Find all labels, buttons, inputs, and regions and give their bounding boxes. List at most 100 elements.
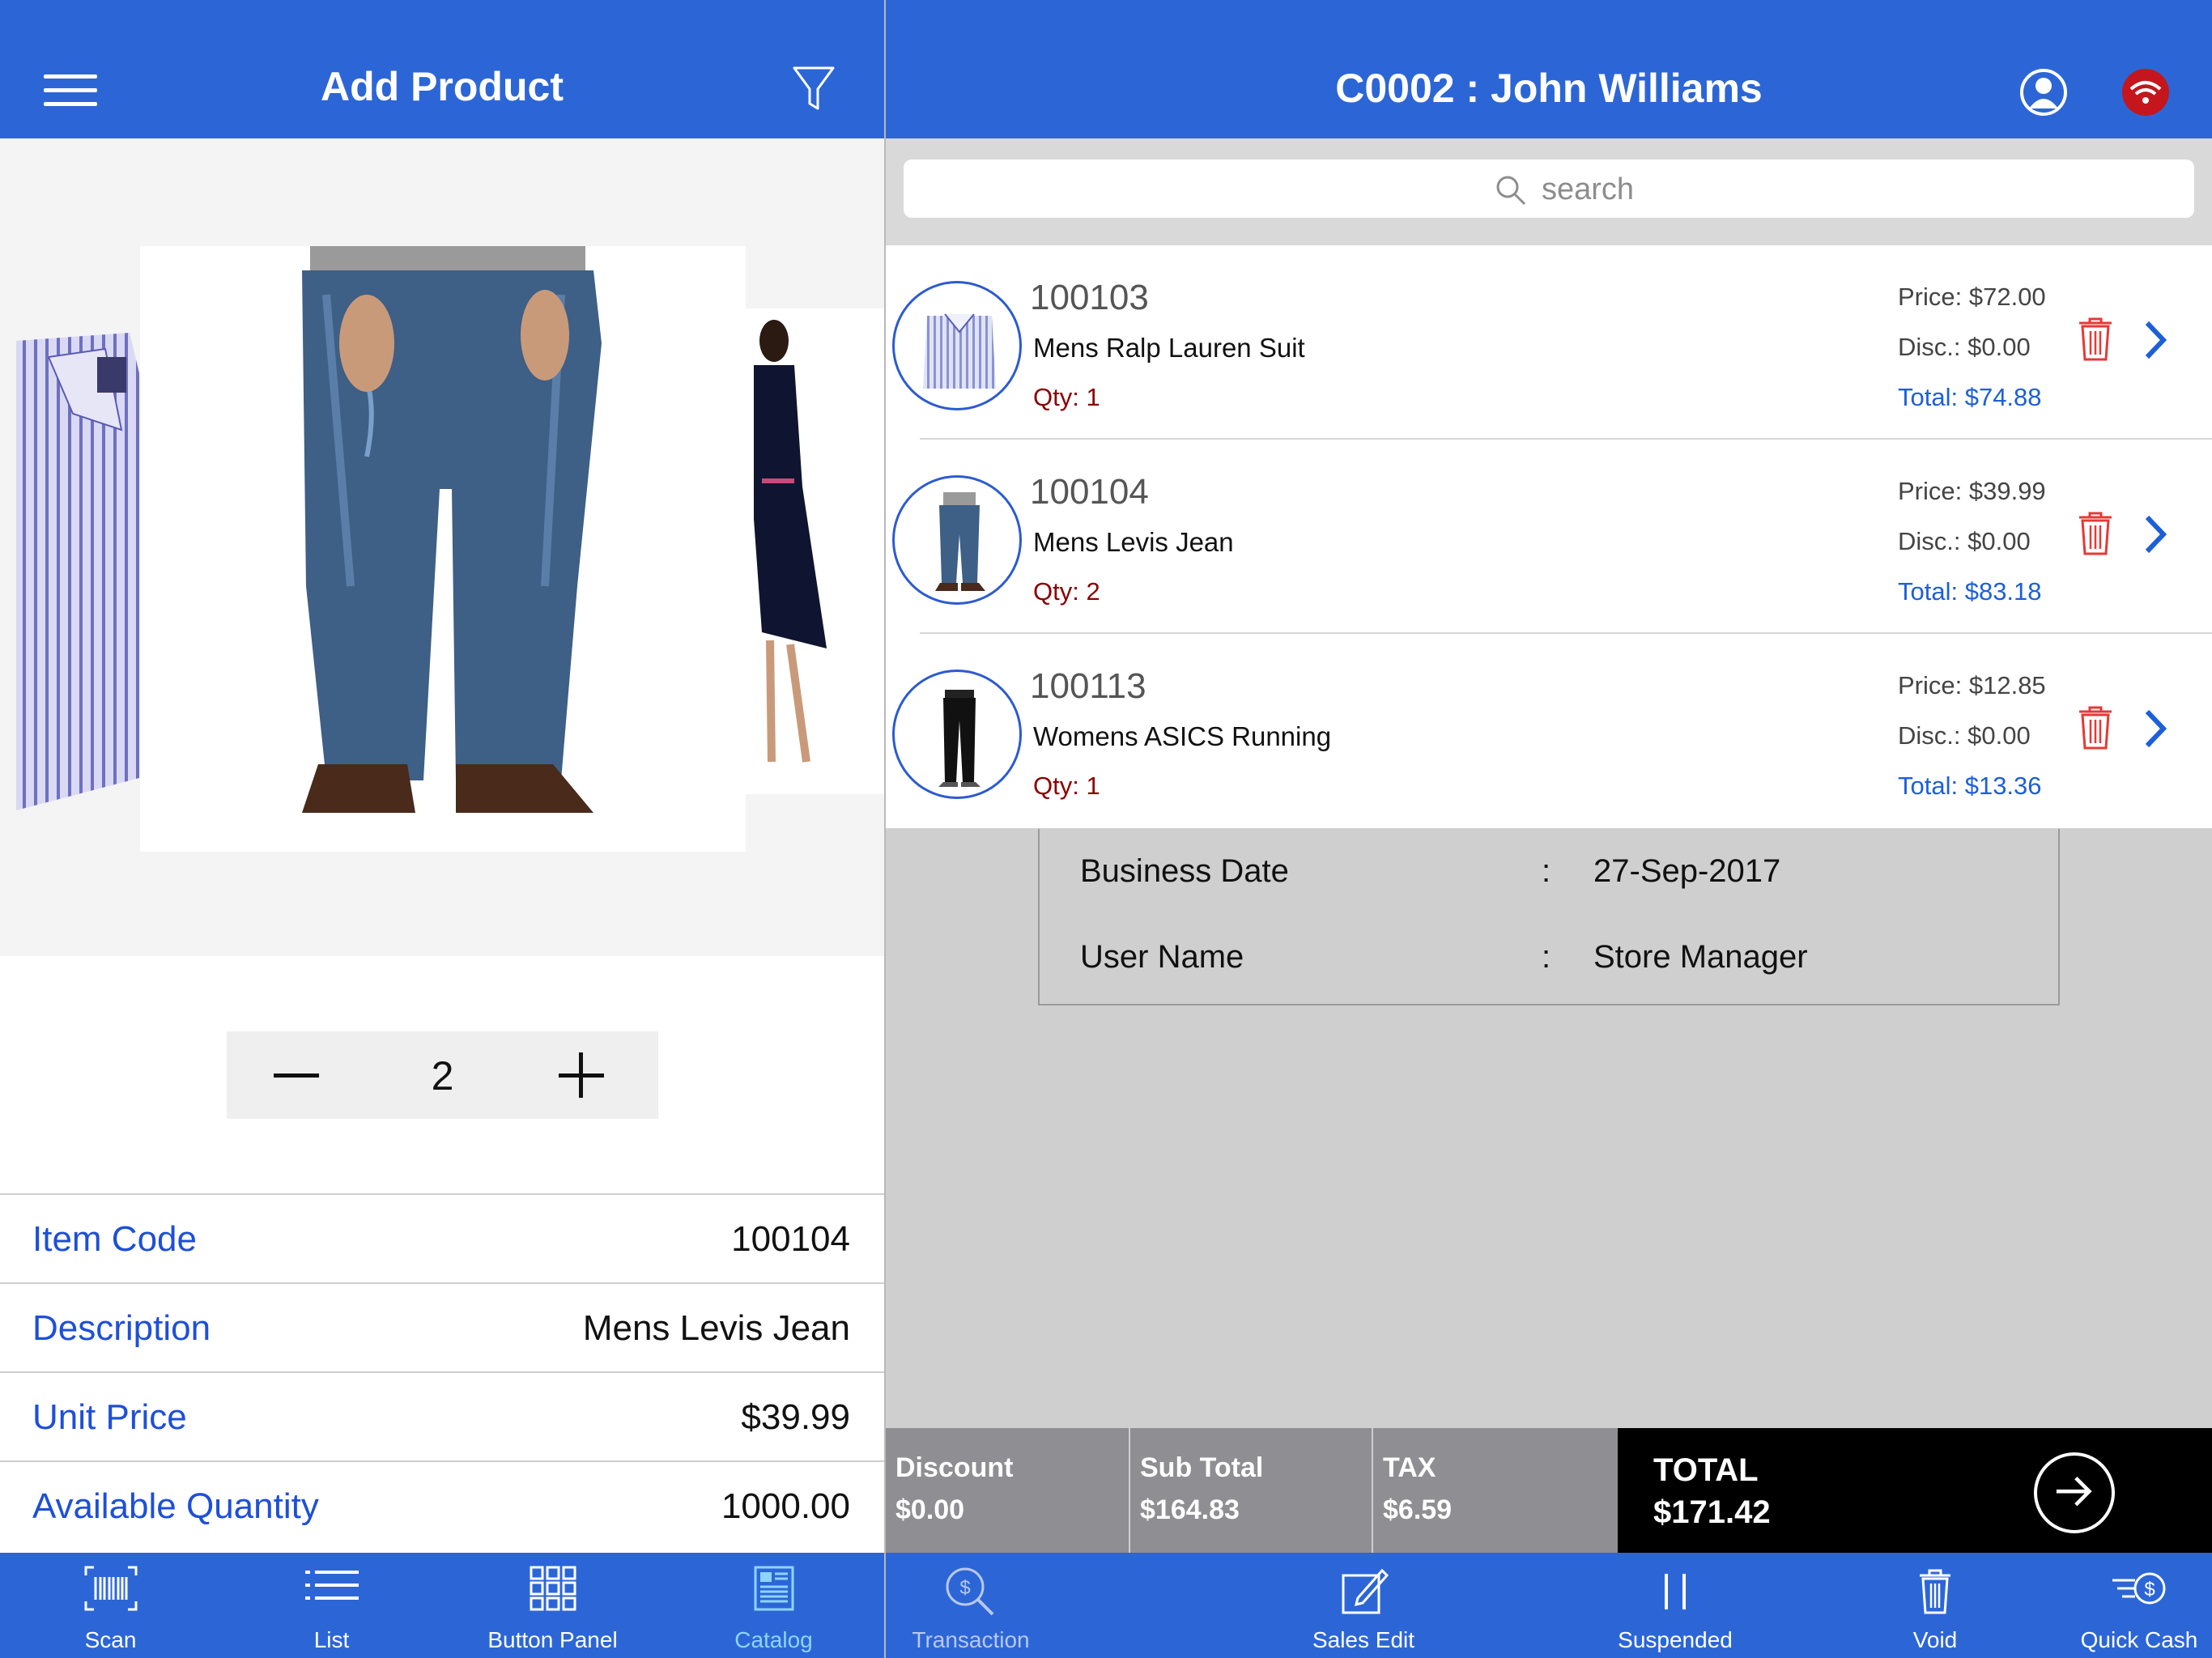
search-placeholder: search (1542, 172, 1635, 206)
tab-label: Button Panel (487, 1627, 618, 1652)
tab-label: Transaction (912, 1627, 1030, 1652)
svg-text:$: $ (959, 1577, 970, 1599)
item-name: Mens Ralp Lauren Suit (1033, 333, 1305, 363)
catalog-icon (754, 1566, 793, 1611)
item-code: 100104 (1030, 472, 1149, 512)
tab-label: Scan (84, 1627, 137, 1652)
tab-scan[interactable]: Scan (0, 1553, 221, 1658)
item-qty: Qty: 2 (1033, 577, 1100, 606)
subtotal-label: Sub Total (1140, 1452, 1264, 1483)
total-value: $171.42 (1653, 1494, 1771, 1530)
info-key: User Name (1080, 939, 1244, 975)
item-total: Total: $74.88 (1898, 383, 2042, 411)
cart-item[interactable]: 100103 Mens Ralp Lauren Suit Qty: 1 Pric… (886, 245, 2212, 440)
tab-sales-edit[interactable]: Sales Edit (1274, 1553, 1453, 1658)
wifi-status-icon[interactable] (2121, 68, 2170, 117)
delete-icon[interactable] (2078, 511, 2113, 556)
transaction-search-icon: $ (946, 1567, 994, 1616)
item-price: Price: $72.00 (1898, 283, 2046, 311)
search-icon (1496, 176, 1526, 206)
tab-list[interactable]: List (221, 1553, 442, 1658)
tab-label: Catalog (734, 1627, 813, 1652)
tab-label: List (313, 1627, 350, 1652)
chevron-right-icon[interactable] (2142, 708, 2167, 749)
user-name-row: User Name : Store Manager (1040, 939, 2061, 988)
barcode-icon (84, 1566, 137, 1611)
subtotal-value: $164.83 (1140, 1494, 1240, 1525)
user-profile-icon[interactable] (2019, 68, 2068, 117)
dress-image[interactable] (746, 276, 884, 810)
tab-label: Sales Edit (1312, 1627, 1415, 1652)
item-code: 100113 (1030, 666, 1146, 706)
info-colon: : (1542, 939, 1551, 975)
detail-value: 100104 (731, 1219, 850, 1259)
detail-label: Item Code (32, 1219, 197, 1259)
search-input[interactable]: search (904, 159, 2194, 218)
quantity-value[interactable]: 2 (389, 1052, 496, 1099)
grid-icon (530, 1566, 576, 1611)
quantity-stepper: 2 (227, 1031, 658, 1119)
item-discount: Disc.: $0.00 (1898, 333, 2031, 361)
shirt-image[interactable] (0, 325, 139, 843)
customer-title[interactable]: C0002 : John Williams (886, 65, 2212, 112)
business-info-box: Business Date : 27-Sep-2017 User Name : … (1038, 829, 2060, 1005)
sale-pane: C0002 : John Williams search 100103 Mens… (886, 0, 2212, 1658)
item-qty: Qty: 1 (1033, 772, 1100, 800)
discount-label: Discount (895, 1452, 1014, 1483)
business-date-row: Business Date : 27-Sep-2017 (1040, 853, 2061, 902)
search-bar: search (886, 138, 2212, 245)
tab-void[interactable]: Void (1854, 1553, 2016, 1658)
svg-text:$: $ (2144, 1579, 2155, 1601)
item-discount: Disc.: $0.00 (1898, 721, 2031, 750)
chevron-right-icon[interactable] (2142, 320, 2167, 360)
edit-icon (1342, 1568, 1389, 1614)
tab-label: Quick Cash (2080, 1627, 2198, 1652)
item-total: Total: $83.18 (1898, 577, 2042, 606)
filter-icon[interactable] (792, 65, 836, 113)
tab-suspended[interactable]: Suspended (1582, 1553, 1768, 1658)
tab-catalog[interactable]: Catalog (663, 1553, 884, 1658)
arrow-right-icon[interactable] (2034, 1452, 2115, 1533)
tax-label: TAX (1383, 1452, 1436, 1483)
product-carousel[interactable] (0, 138, 884, 956)
tab-quick-cash[interactable]: $ Quick Cash (2066, 1553, 2212, 1658)
item-code: 100103 (1030, 278, 1149, 317)
totals-bar: Discount $0.00 Sub Total $164.83 TAX $6.… (886, 1428, 2212, 1553)
left-header: Add Product (0, 0, 884, 138)
page-title: Add Product (321, 64, 564, 109)
item-code-row: Item Code 100104 (0, 1193, 884, 1282)
detail-value: $39.99 (741, 1397, 850, 1437)
delete-icon[interactable] (2078, 705, 2113, 750)
info-value: 27-Sep-2017 (1593, 853, 1781, 889)
info-key: Business Date (1080, 853, 1289, 889)
increment-button[interactable] (559, 1052, 604, 1098)
chevron-right-icon[interactable] (2142, 514, 2167, 555)
subtotal-cell: Sub Total $164.83 (1130, 1428, 1372, 1553)
right-header: C0002 : John Williams (886, 0, 2212, 138)
delete-icon[interactable] (2078, 317, 2113, 362)
list-icon (304, 1571, 359, 1600)
item-name: Mens Levis Jean (1033, 527, 1234, 557)
item-total: Total: $13.36 (1898, 772, 2042, 800)
info-colon: : (1542, 853, 1551, 889)
jeans-image[interactable] (140, 246, 746, 852)
detail-label: Available Quantity (32, 1486, 319, 1526)
left-tab-bar: Scan List Button Panel Catalog (0, 1553, 884, 1658)
item-qty: Qty: 1 (1033, 383, 1100, 411)
cart-list: 100103 Mens Ralp Lauren Suit Qty: 1 Pric… (886, 245, 2212, 828)
detail-value: 1000.00 (721, 1486, 850, 1526)
tab-transaction[interactable]: $ Transaction (886, 1553, 1056, 1658)
decrement-button[interactable] (274, 1052, 319, 1098)
tab-button-panel[interactable]: Button Panel (442, 1553, 663, 1658)
pause-icon (1665, 1574, 1686, 1609)
product-details: Item Code 100104 Description Mens Levis … (0, 1193, 884, 1550)
item-discount: Disc.: $0.00 (1898, 527, 2031, 555)
tax-cell: TAX $6.59 (1373, 1428, 1618, 1553)
cart-item[interactable]: 100104 Mens Levis Jean Qty: 2 Price: $39… (886, 440, 2212, 634)
cart-item[interactable]: 100113 Womens ASICS Running Qty: 1 Price… (886, 634, 2212, 828)
product-thumbnail (892, 475, 1022, 605)
right-tab-bar: $ Transaction Sales Edit Suspended Void … (886, 1553, 2212, 1658)
menu-icon[interactable] (44, 74, 97, 107)
quick-cash-icon: $ (2112, 1572, 2166, 1605)
detail-label: Description (32, 1308, 211, 1348)
